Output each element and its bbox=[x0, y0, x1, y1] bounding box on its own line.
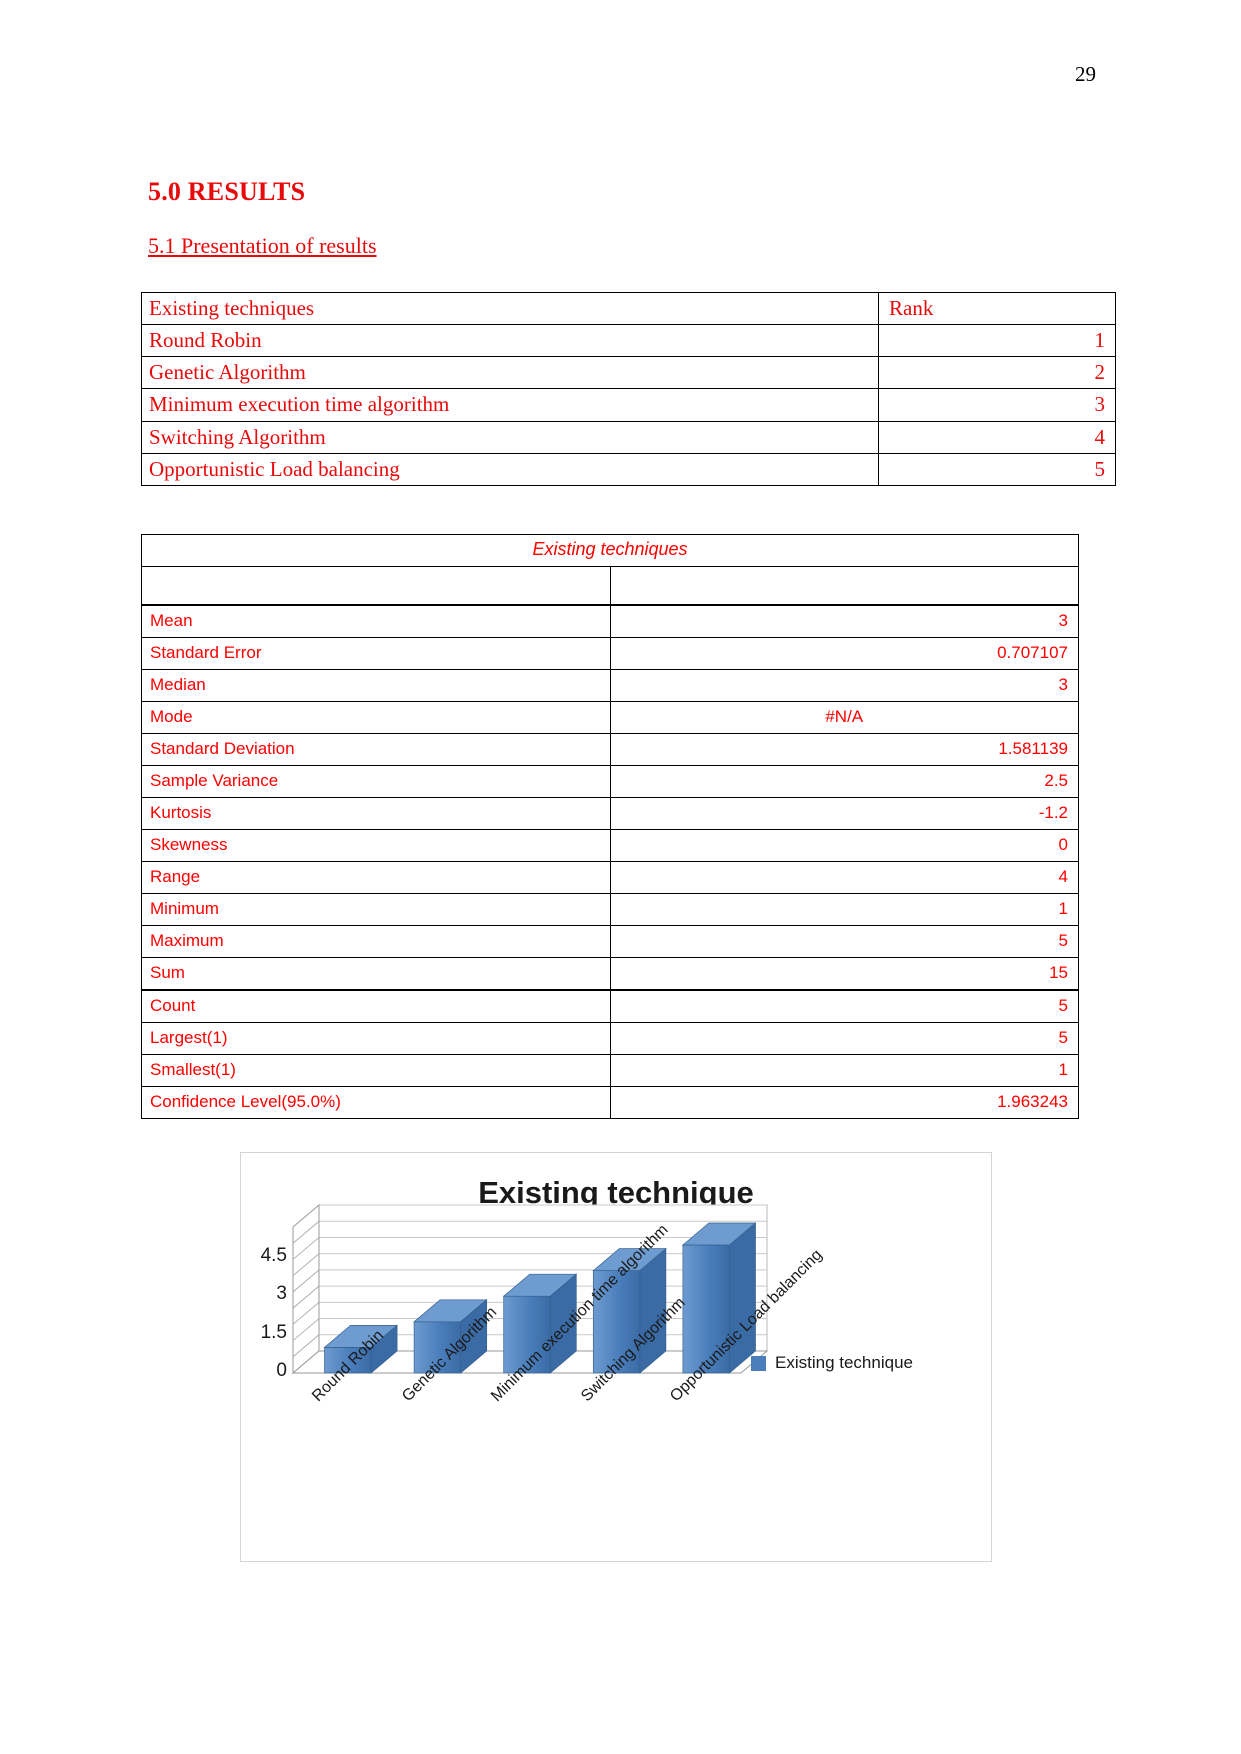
technique-rank: 1 bbox=[878, 324, 1116, 358]
stat-value: 4 bbox=[609, 861, 1079, 894]
table-row: Sum 15 bbox=[141, 957, 1079, 991]
table-row: Round Robin 1 bbox=[141, 324, 1116, 358]
stat-label: Standard Deviation bbox=[141, 733, 611, 766]
stat-value: 2.5 bbox=[609, 765, 1079, 798]
stats-blank-label bbox=[141, 566, 611, 606]
stat-label: Maximum bbox=[141, 925, 611, 958]
technique-name: Switching Algorithm bbox=[141, 420, 879, 454]
stat-label: Sample Variance bbox=[141, 765, 611, 798]
table-row: Standard Deviation 1.581139 bbox=[141, 733, 1079, 766]
y-tick-label: 0 bbox=[276, 1360, 287, 1381]
stat-label: Median bbox=[141, 669, 611, 702]
stat-label: Minimum bbox=[141, 893, 611, 926]
descriptive-statistics-table: Existing techniques Mean 3 Standard Error 0.… bbox=[141, 534, 1079, 1119]
table-row: Genetic Algorithm 2 bbox=[141, 356, 1116, 390]
legend-label: Existing technique bbox=[775, 1353, 913, 1372]
stats-table-title: Existing techniques bbox=[141, 534, 1079, 567]
stat-label: Skewness bbox=[141, 829, 611, 862]
stat-value: 5 bbox=[609, 989, 1079, 1023]
table-row bbox=[141, 566, 1079, 606]
stat-value: 1.581139 bbox=[609, 733, 1079, 766]
stat-value: #N/A bbox=[609, 701, 1079, 734]
y-tick-label: 4.5 bbox=[260, 1244, 287, 1266]
table-row: Confidence Level(95.0%) 1.963243 bbox=[141, 1086, 1079, 1119]
y-tick-label: 1.5 bbox=[260, 1321, 287, 1343]
stat-label: Kurtosis bbox=[141, 797, 611, 830]
technique-rank: 4 bbox=[878, 420, 1116, 454]
rank-table-header-rank: Rank bbox=[878, 291, 1116, 326]
table-row: Mean 3 bbox=[141, 604, 1079, 638]
stat-value: 0.707107 bbox=[609, 637, 1079, 670]
stat-label: Count bbox=[141, 989, 611, 1023]
technique-name: Minimum execution time algorithm bbox=[141, 388, 879, 422]
technique-rank: 3 bbox=[878, 388, 1116, 422]
table-row: Mode #N/A bbox=[141, 701, 1079, 734]
stat-label: Range bbox=[141, 861, 611, 894]
technique-name: Opportunistic Load balancing bbox=[141, 452, 879, 486]
section-subtitle: 5.1 Presentation of results bbox=[148, 233, 377, 258]
rank-table-header-technique: Existing techniques bbox=[141, 291, 879, 326]
stat-value: 5 bbox=[609, 1022, 1079, 1055]
stat-value: 1 bbox=[609, 1054, 1079, 1087]
technique-name: Round Robin bbox=[141, 324, 879, 358]
page-number: 29 bbox=[1075, 62, 1096, 86]
technique-rank: 2 bbox=[878, 356, 1116, 390]
stat-label: Standard Error bbox=[141, 637, 611, 670]
stat-label: Mean bbox=[141, 604, 611, 638]
stat-label: Smallest(1) bbox=[141, 1054, 611, 1087]
technique-name: Genetic Algorithm bbox=[141, 356, 879, 390]
table-row: Median 3 bbox=[141, 669, 1079, 702]
stat-label: Largest(1) bbox=[141, 1022, 611, 1055]
stat-value: -1.2 bbox=[609, 797, 1079, 830]
existing-techniques-rank-table: Existing techniques Rank Round Robin 1 Genet… bbox=[141, 291, 1116, 486]
table-row: Largest(1) 5 bbox=[141, 1022, 1079, 1055]
table-row: Sample Variance 2.5 bbox=[141, 765, 1079, 798]
stat-label: Confidence Level(95.0%) bbox=[141, 1086, 611, 1119]
legend-swatch-icon bbox=[751, 1355, 766, 1371]
y-tick-label: 3 bbox=[276, 1283, 287, 1305]
table-row: Range 4 bbox=[141, 861, 1079, 894]
table-row: Switching Algorithm 4 bbox=[141, 420, 1116, 454]
table-row: Kurtosis -1.2 bbox=[141, 797, 1079, 830]
stat-value: 3 bbox=[609, 604, 1079, 638]
table-row: Skewness 0 bbox=[141, 829, 1079, 862]
table-row: Existing techniques bbox=[141, 534, 1079, 567]
stat-value: 1.963243 bbox=[609, 1086, 1079, 1119]
table-row: Count 5 bbox=[141, 989, 1079, 1023]
stat-value: 0 bbox=[609, 829, 1079, 862]
stat-value: 5 bbox=[609, 925, 1079, 958]
stat-value: 3 bbox=[609, 669, 1079, 702]
chart-legend: Existing technique bbox=[751, 1353, 913, 1373]
table-row: Existing techniques Rank bbox=[141, 291, 1116, 326]
table-row: Maximum 5 bbox=[141, 925, 1079, 958]
stats-blank-value bbox=[609, 566, 1079, 606]
page-title: 5.0 RESULTS bbox=[148, 177, 306, 206]
document-page: 29 5.0 RESULTS 5.1 Presentation of resul… bbox=[0, 0, 1241, 1754]
table-row: Minimum 1 bbox=[141, 893, 1079, 926]
table-row: Opportunistic Load balancing 5 bbox=[141, 452, 1116, 486]
stat-label: Sum bbox=[141, 957, 611, 991]
stat-value: 1 bbox=[609, 893, 1079, 926]
table-row: Minimum execution time algorithm 3 bbox=[141, 388, 1116, 422]
table-row: Smallest(1) 1 bbox=[141, 1054, 1079, 1087]
stat-label: Mode bbox=[141, 701, 611, 734]
technique-rank: 5 bbox=[878, 452, 1116, 486]
existing-technique-chart: Existing technique 0 1.5 3 4.5 Round Robin G… bbox=[240, 1152, 992, 1562]
table-row: Standard Error 0.707107 bbox=[141, 637, 1079, 670]
stat-value: 15 bbox=[609, 957, 1079, 991]
